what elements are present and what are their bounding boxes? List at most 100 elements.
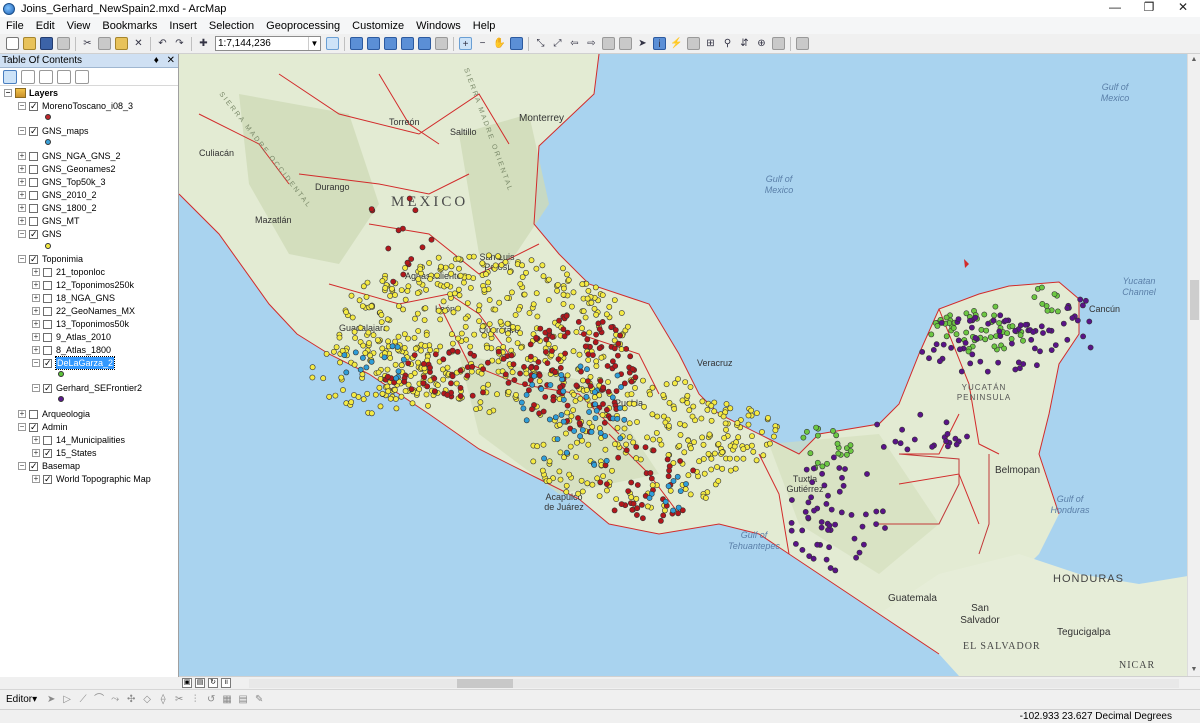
catalog-icon[interactable]: [367, 37, 380, 50]
forward-extent-icon[interactable]: ⇨: [585, 37, 598, 50]
cut-icon[interactable]: ✂: [81, 37, 94, 50]
clear-selection-icon[interactable]: [619, 37, 632, 50]
group-layer-name[interactable]: Arqueologia: [42, 408, 90, 420]
copy-icon[interactable]: [98, 37, 111, 50]
map-scale-combo[interactable]: 1:7,144,236 ▼: [215, 36, 321, 51]
layers-root[interactable]: − Layers: [4, 87, 58, 99]
expand-icon[interactable]: +: [18, 204, 26, 212]
expand-icon[interactable]: +: [32, 346, 40, 354]
layer-row[interactable]: + GNS_MT: [18, 215, 80, 227]
add-data-icon[interactable]: ✚: [197, 37, 210, 50]
group-layer-row[interactable]: + Arqueologia: [18, 408, 90, 420]
layer-name[interactable]: GNS: [42, 228, 62, 240]
layer-row[interactable]: + 13_Toponimos50k: [32, 318, 129, 330]
expand-icon[interactable]: +: [32, 294, 40, 302]
layer-row[interactable]: − MorenoToscano_i08_3: [18, 100, 133, 112]
collapse-icon[interactable]: −: [18, 102, 26, 110]
save-icon[interactable]: [40, 37, 53, 50]
group-layer-row[interactable]: − Toponimia: [18, 253, 83, 265]
options-icon[interactable]: [75, 69, 89, 84]
layout-view-icon[interactable]: ▤: [195, 678, 205, 688]
minimize-button[interactable]: —: [1098, 0, 1132, 17]
layer-name[interactable]: MorenoToscano_i08_3: [42, 100, 133, 112]
maximize-button[interactable]: ❐: [1132, 0, 1166, 17]
edit-vertices-icon[interactable]: ◇: [141, 694, 153, 706]
collapse-icon[interactable]: −: [18, 230, 26, 238]
expand-icon[interactable]: +: [18, 217, 26, 225]
pause-drawing-icon[interactable]: ॥: [221, 678, 231, 688]
layer-row[interactable]: − GNS: [18, 228, 62, 240]
layer-name[interactable]: GNS_Top50k_3: [42, 176, 106, 188]
layer-visibility-checkbox[interactable]: [29, 190, 38, 200]
layer-visibility-checkbox[interactable]: [43, 473, 52, 485]
layer-name[interactable]: World Topographic Map: [56, 473, 151, 485]
layer-visibility-checkbox[interactable]: [29, 460, 38, 472]
menu-help[interactable]: Help: [467, 20, 502, 32]
layer-name[interactable]: GNS_1800_2: [42, 202, 97, 214]
layer-name[interactable]: GNS_Geonames2: [42, 163, 116, 175]
collapse-icon[interactable]: −: [18, 127, 26, 135]
measure-icon[interactable]: ⊞: [704, 37, 717, 50]
expand-icon[interactable]: +: [32, 333, 40, 341]
layer-visibility-checkbox[interactable]: [43, 293, 52, 303]
collapse-icon[interactable]: −: [18, 423, 26, 431]
layer-name[interactable]: 13_Toponimos50k: [56, 318, 129, 330]
model-builder-icon[interactable]: [435, 37, 448, 50]
redo-icon[interactable]: ↷: [173, 37, 186, 50]
hyperlink-icon[interactable]: ⚡: [670, 37, 683, 50]
find-icon[interactable]: ⚲: [721, 37, 734, 50]
edit-tool-icon[interactable]: ➤: [45, 694, 57, 706]
layer-visibility-checkbox[interactable]: [29, 228, 38, 240]
html-popup-icon[interactable]: [687, 37, 700, 50]
open-folder-icon[interactable]: [23, 37, 36, 50]
layer-name[interactable]: 21_toponloc: [56, 266, 105, 278]
group-layer-name[interactable]: Basemap: [42, 460, 80, 472]
sketch-properties-icon[interactable]: ▤: [237, 694, 249, 706]
layer-row-selected[interactable]: − DeLaGarza_2: [32, 356, 116, 370]
layer-row[interactable]: + 12_Toponimos250k: [32, 279, 134, 291]
reshape-icon[interactable]: ⟠: [157, 694, 169, 706]
table-of-contents-icon[interactable]: [350, 37, 363, 50]
list-by-visibility-icon[interactable]: [39, 69, 53, 84]
scrollbar-thumb[interactable]: [457, 679, 513, 688]
pan-icon[interactable]: ✋: [493, 37, 506, 50]
layer-name[interactable]: Gerhard_SEFrontier2: [56, 382, 142, 394]
layer-visibility-checkbox[interactable]: [43, 357, 52, 369]
list-by-selection-icon[interactable]: [57, 69, 71, 84]
menu-insert[interactable]: Insert: [163, 20, 203, 32]
expand-icon[interactable]: +: [18, 178, 26, 186]
layer-name[interactable]: 15_States: [56, 447, 97, 459]
map-canvas[interactable]: MEXICO Gulf of Mexico Gulf of Mexico Yucat…: [179, 54, 1200, 676]
layer-visibility-checkbox[interactable]: [43, 306, 52, 316]
editor-toolbar-icon[interactable]: [326, 37, 339, 50]
layer-visibility-checkbox[interactable]: [43, 345, 52, 355]
layer-visibility-checkbox[interactable]: [43, 435, 52, 445]
close-button[interactable]: ✕: [1166, 0, 1200, 17]
expand-icon[interactable]: +: [18, 152, 26, 160]
layer-visibility-checkbox[interactable]: [43, 382, 52, 394]
end-point-arc-icon[interactable]: ⌒: [93, 694, 105, 706]
layer-visibility-checkbox[interactable]: [43, 332, 52, 342]
expand-icon[interactable]: +: [32, 436, 40, 444]
group-layer-name[interactable]: Toponimia: [42, 253, 83, 265]
layer-row[interactable]: − Gerhard_SEFrontier2: [32, 382, 142, 394]
expand-icon[interactable]: +: [32, 475, 40, 483]
back-extent-icon[interactable]: ⇦: [568, 37, 581, 50]
layer-visibility-checkbox[interactable]: [43, 280, 52, 290]
layer-row[interactable]: + GNS_1800_2: [18, 202, 97, 214]
delete-icon[interactable]: ✕: [132, 37, 145, 50]
layer-name[interactable]: GNS_maps: [42, 125, 89, 137]
select-features-icon[interactable]: [602, 37, 615, 50]
layer-name[interactable]: DeLaGarza_2: [54, 356, 116, 370]
paste-icon[interactable]: [115, 37, 128, 50]
zoom-out-icon[interactable]: −: [476, 37, 489, 50]
layer-name[interactable]: 14_Municipalities: [56, 434, 125, 446]
layer-row[interactable]: + 8_Atlas_1800: [32, 344, 111, 356]
create-viewer-icon[interactable]: [796, 37, 809, 50]
layer-name[interactable]: GNS_2010_2: [42, 189, 97, 201]
layer-row[interactable]: + GNS_2010_2: [18, 189, 97, 201]
select-elements-icon[interactable]: ➤: [636, 37, 649, 50]
layer-row[interactable]: + World Topographic Map: [32, 473, 151, 485]
layer-name[interactable]: 12_Toponimos250k: [56, 279, 134, 291]
layer-visibility-checkbox[interactable]: [29, 177, 38, 187]
